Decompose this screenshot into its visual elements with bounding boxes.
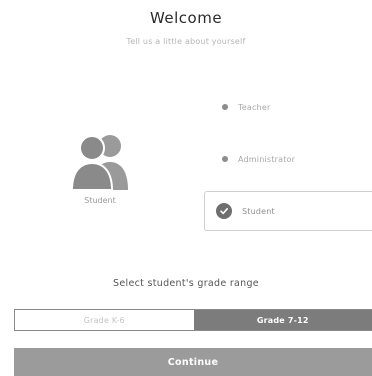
- avatar-caption: Student: [84, 196, 116, 205]
- role-option-teacher[interactable]: Teacher: [204, 92, 372, 122]
- checkmark-icon: [216, 203, 232, 219]
- role-label: Student: [242, 206, 275, 216]
- role-option-student[interactable]: Student: [204, 191, 372, 231]
- role-label: Administrator: [238, 154, 296, 164]
- radio-dot-icon: [222, 156, 228, 162]
- radio-dot-icon: [222, 104, 228, 110]
- page-subtitle: Tell us a little about yourself: [126, 37, 246, 46]
- role-label: Teacher: [238, 102, 271, 112]
- grade-range-prompt: Select student's grade range: [113, 278, 259, 289]
- grade-option-k-6[interactable]: Grade K-6: [15, 310, 194, 330]
- welcome-screen: Welcome Tell us a little about yourself …: [0, 0, 372, 376]
- page-title: Welcome: [149, 9, 223, 27]
- people-icon: [64, 130, 136, 191]
- role-option-administrator[interactable]: Administrator: [204, 144, 372, 174]
- grade-option-7-12[interactable]: Grade 7-12: [193, 310, 372, 330]
- grade-range-toggle: Grade K-6 Grade 7-12: [14, 309, 372, 331]
- continue-button[interactable]: Continue: [14, 348, 372, 376]
